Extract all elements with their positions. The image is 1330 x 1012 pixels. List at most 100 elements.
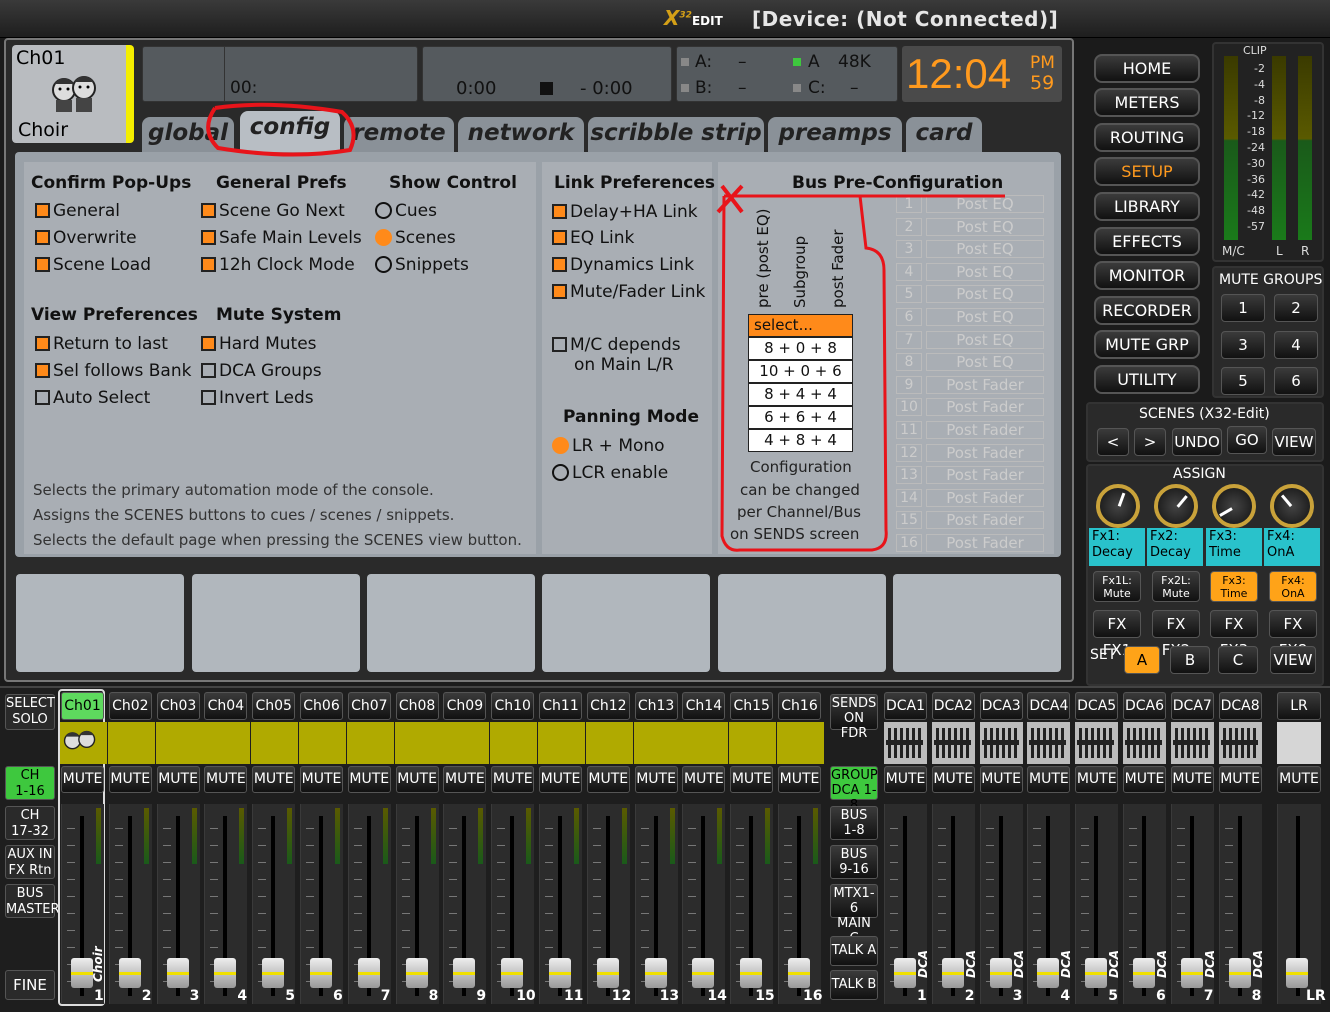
- fx1-mute-button[interactable]: Fx1L: Mute: [1093, 571, 1141, 602]
- mtx-main-button[interactable]: MTX1-6MAIN C: [830, 884, 878, 946]
- bus-config-option[interactable]: 6 + 6 + 4: [748, 406, 853, 429]
- safe-main-levels-checkbox[interactable]: Safe Main Levels: [201, 228, 362, 248]
- bus-config-option[interactable]: 8 + 4 + 4: [748, 383, 853, 406]
- return-to-last-checkbox[interactable]: Return to last: [35, 334, 168, 354]
- bus-tap-point[interactable]: Post Fader: [926, 398, 1044, 417]
- nav-meters-button[interactable]: METERS: [1094, 88, 1200, 117]
- dca-name-button[interactable]: DCA3: [979, 692, 1023, 720]
- mc-depends-checkbox[interactable]: M/C depends: [552, 335, 681, 355]
- channel-fader-cap[interactable]: [453, 958, 476, 988]
- channel-mute-button[interactable]: MUTE: [634, 766, 678, 793]
- bus-tap-point[interactable]: Post Fader: [926, 443, 1044, 462]
- bus-9-16-button[interactable]: BUS 9-16: [830, 845, 878, 879]
- fx4-ona-button[interactable]: Fx4: OnA: [1269, 571, 1317, 602]
- channel-fader-cap[interactable]: [644, 958, 667, 988]
- bus-tap-point[interactable]: Post Fader: [926, 511, 1044, 530]
- auto-select-checkbox[interactable]: Auto Select: [35, 388, 150, 408]
- channel-fader-cap[interactable]: [357, 958, 380, 988]
- set-b-button[interactable]: B: [1170, 646, 1210, 674]
- assign-view-button[interactable]: VIEW: [1270, 646, 1316, 674]
- tab-network[interactable]: network: [458, 117, 584, 152]
- scene-undo-button[interactable]: UNDO: [1172, 428, 1222, 456]
- fx1-assign-label[interactable]: Fx1: Decay: [1089, 528, 1145, 566]
- bus-tap-point[interactable]: Post Fader: [926, 375, 1044, 394]
- channel-name-button[interactable]: Ch07: [347, 692, 391, 720]
- dca-mute-button[interactable]: MUTE: [1123, 766, 1166, 793]
- bus-tap-point[interactable]: Post Fader: [926, 534, 1044, 552]
- channel-mute-button[interactable]: MUTE: [61, 766, 104, 793]
- dca-mute-button[interactable]: MUTE: [884, 766, 927, 793]
- sel-follows-bank-checkbox[interactable]: Sel follows Bank: [35, 361, 191, 381]
- channel-name-button[interactable]: Ch05: [252, 692, 296, 720]
- channel-name-button[interactable]: Ch04: [204, 692, 248, 720]
- dca-fader-cap[interactable]: [989, 958, 1012, 988]
- dca-fader-cap[interactable]: [1085, 958, 1108, 988]
- tab-scribble-strip[interactable]: scribble strip: [588, 117, 764, 152]
- channel-name-button[interactable]: Ch12: [586, 692, 630, 720]
- channel-fader-cap[interactable]: [166, 958, 189, 988]
- fx4-knob[interactable]: [1270, 484, 1314, 528]
- channel-fader-cap[interactable]: [788, 958, 810, 988]
- channel-mute-button[interactable]: MUTE: [443, 766, 487, 793]
- bus-1-8-button[interactable]: BUS 1-8: [830, 806, 878, 840]
- lr-mute-button[interactable]: MUTE: [1277, 766, 1321, 793]
- clock-mode-checkbox[interactable]: 12h Clock Mode: [201, 255, 355, 275]
- channel-mute-button[interactable]: MUTE: [395, 766, 439, 793]
- hard-mutes-checkbox[interactable]: Hard Mutes: [201, 334, 317, 354]
- nav-effects-button[interactable]: EFFECTS: [1094, 227, 1200, 256]
- channel-mute-button[interactable]: MUTE: [682, 766, 726, 793]
- dca-name-button[interactable]: DCA8: [1218, 692, 1262, 720]
- talk-b-button[interactable]: TALK B: [830, 970, 878, 1000]
- channel-fader-cap[interactable]: [214, 958, 237, 988]
- bus-tap-point[interactable]: Post Fader: [926, 421, 1044, 439]
- talk-a-button[interactable]: TALK A: [830, 936, 878, 966]
- bus-tap-point[interactable]: Post EQ: [926, 217, 1044, 236]
- stop-icon[interactable]: [540, 82, 553, 95]
- fx-fx1-button[interactable]: FX FX1: [1093, 610, 1141, 659]
- bus-config-select[interactable]: select...: [748, 314, 853, 337]
- tab-global[interactable]: global: [142, 117, 234, 152]
- channel-name-button[interactable]: Ch14: [682, 692, 726, 720]
- fx2-knob[interactable]: [1154, 484, 1198, 528]
- channel-name-button[interactable]: Ch13: [634, 692, 678, 720]
- sends-on-fader-button[interactable]: SENDS ON FDR: [830, 694, 878, 741]
- nav-routing-button[interactable]: ROUTING: [1094, 123, 1200, 152]
- channel-mute-button[interactable]: MUTE: [730, 766, 774, 793]
- scene-next-button[interactable]: >: [1134, 428, 1166, 456]
- channel-name-button[interactable]: Ch16: [778, 692, 821, 720]
- bus-config-option[interactable]: 4 + 8 + 4: [748, 429, 853, 452]
- channel-mute-button[interactable]: MUTE: [586, 766, 630, 793]
- select-solo-button[interactable]: SELECT SOLO: [5, 694, 55, 730]
- nav-home-button[interactable]: HOME: [1094, 54, 1200, 83]
- assign-slot[interactable]: [192, 574, 360, 672]
- eq-link-checkbox[interactable]: EQ Link: [552, 228, 634, 248]
- confirm-scene-load-checkbox[interactable]: Scene Load: [35, 255, 151, 275]
- channel-name-button[interactable]: Ch08: [395, 692, 439, 720]
- dca-fader-cap[interactable]: [1037, 958, 1060, 988]
- channel-name-button[interactable]: Ch01: [61, 692, 104, 720]
- bus-tap-point[interactable]: Post EQ: [926, 240, 1044, 259]
- scene-go-button[interactable]: GO: [1227, 426, 1267, 454]
- channel-mute-button[interactable]: MUTE: [300, 766, 343, 793]
- group-dca-button[interactable]: GROUPDCA 1-8: [830, 766, 878, 813]
- channel-mute-button[interactable]: MUTE: [491, 766, 535, 793]
- channel-mute-button[interactable]: MUTE: [156, 766, 200, 793]
- confirm-general-checkbox[interactable]: General: [35, 201, 120, 221]
- nav-utility-button[interactable]: UTILITY: [1094, 365, 1200, 394]
- bus-master-button[interactable]: BUS MASTER: [5, 884, 60, 918]
- channel-mute-button[interactable]: MUTE: [347, 766, 391, 793]
- lr-fader-cap[interactable]: [1286, 958, 1308, 988]
- channel-mute-button[interactable]: MUTE: [778, 766, 821, 793]
- channel-fader-cap[interactable]: [310, 958, 332, 988]
- bus-tap-point[interactable]: Post EQ: [926, 330, 1044, 349]
- channel-mute-button[interactable]: MUTE: [108, 766, 152, 793]
- channel-fader-cap[interactable]: [118, 958, 141, 988]
- tab-preamps[interactable]: preamps: [768, 117, 902, 152]
- fx2-mute-button[interactable]: Fx2L: Mute: [1152, 571, 1200, 602]
- dca-fader-cap[interactable]: [941, 958, 964, 988]
- mute-group-5-button[interactable]: 5: [1221, 367, 1265, 395]
- bus-config-option[interactable]: 10 + 0 + 6: [748, 360, 853, 383]
- bus-tap-point[interactable]: Post Fader: [926, 488, 1044, 507]
- channel-name-button[interactable]: Ch11: [539, 692, 582, 720]
- nav-setup-button[interactable]: SETUP: [1094, 157, 1200, 186]
